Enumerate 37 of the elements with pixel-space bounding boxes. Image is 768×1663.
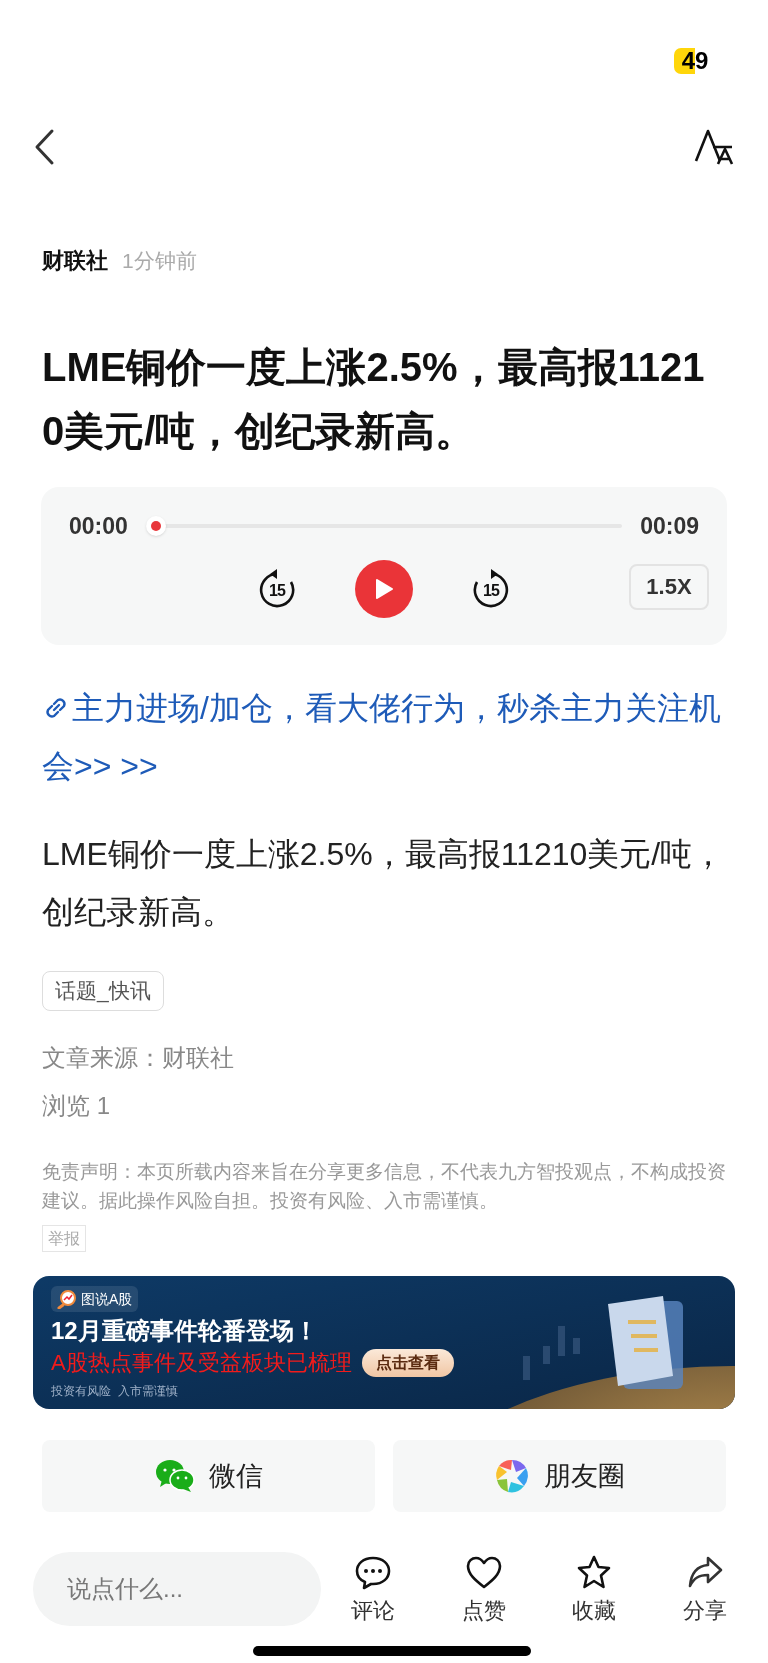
promo-banner[interactable]: 图说A股 12月重磅事件轮番登场！ A股热点事件及受益板块已梳理 点击查看 投资有风险 入市需谨慎 bbox=[33, 1276, 735, 1409]
battery-percentage: 49 bbox=[681, 49, 709, 73]
favorite-button[interactable]: 收藏 bbox=[564, 1554, 625, 1626]
banner-headline: 12月重磅事件轮番登场！ bbox=[51, 1316, 319, 1346]
promo-link[interactable]: 主力进场/加仓，看大佬行为，秒杀主力关注机会>> >> bbox=[42, 679, 726, 795]
comment-button[interactable]: 评论 bbox=[343, 1554, 403, 1626]
chat-bubbles-icon bbox=[154, 1458, 195, 1494]
banner-subline: A股热点事件及受益板块已梳理 bbox=[51, 1349, 352, 1377]
topic-tag[interactable]: 话题_快讯 bbox=[42, 971, 164, 1011]
aperture-icon bbox=[494, 1458, 530, 1494]
share-button[interactable]: 朋友圈 bbox=[393, 1440, 726, 1512]
duration-time: 00:09 bbox=[640, 512, 699, 541]
banner-cta-button[interactable]: 点击查看 bbox=[361, 1349, 454, 1377]
like-button[interactable]: 点赞 bbox=[453, 1554, 514, 1626]
banner-badge: 图说A股 bbox=[51, 1286, 139, 1312]
article-title: LME铜价一度上涨2.5%，最高报11210美元/吨，创纪录新高。 bbox=[42, 344, 706, 455]
play-icon bbox=[374, 577, 394, 600]
speed-button[interactable]: 1.5X bbox=[629, 563, 709, 610]
skip-back-button[interactable]: 15 bbox=[257, 568, 297, 609]
banner-note: 投资有风险 入市需谨慎 bbox=[51, 1383, 179, 1400]
article-body: LME铜价一度上涨2.5%，最高报11210美元/吨，创纪录新高。 bbox=[42, 835, 726, 932]
progress-track[interactable] bbox=[145, 516, 623, 537]
chart-magnifier-icon bbox=[57, 1289, 77, 1309]
elapsed-time: 00:00 bbox=[69, 512, 128, 541]
publish-time: 1分钟前 bbox=[122, 248, 197, 274]
disclaimer-text: 免责声明：本页所载内容来旨在分享更多信息，不代表九方智投观点，不构成投资建议。据此操作风险自担。投资有风险、入市需谨慎。 bbox=[42, 1160, 726, 1213]
comment-field[interactable]: 说点什么... bbox=[33, 1552, 321, 1626]
play-button[interactable] bbox=[355, 559, 413, 618]
skip-forward-button[interactable]: 15 bbox=[471, 568, 511, 609]
source-name: 财联社 bbox=[42, 247, 108, 275]
share-button[interactable]: 微信 bbox=[42, 1440, 375, 1512]
share-button[interactable]: 分享 bbox=[674, 1554, 735, 1626]
article-meta: 文章来源：财联社 bbox=[42, 1043, 235, 1073]
progress-thumb[interactable] bbox=[145, 516, 166, 537]
article-meta: 浏览 1 bbox=[42, 1091, 111, 1121]
font-size-icon[interactable] bbox=[694, 129, 736, 165]
comment-icon bbox=[354, 1554, 392, 1592]
